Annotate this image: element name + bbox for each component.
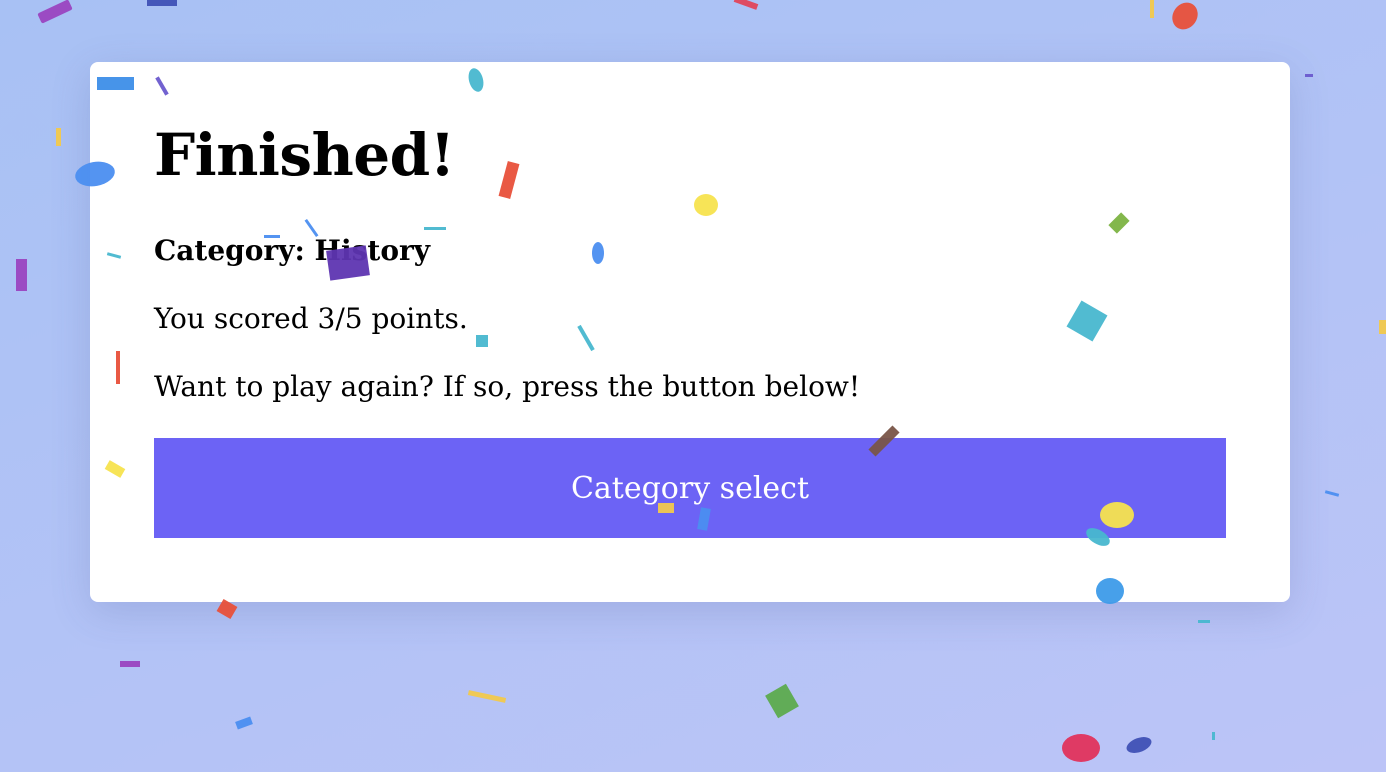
score-text: You scored 3/5 points.	[154, 302, 468, 335]
confetti-piece	[120, 661, 140, 667]
confetti-piece	[1324, 490, 1340, 497]
confetti-piece	[1150, 0, 1154, 18]
confetti-piece	[1167, 0, 1203, 35]
confetti-piece	[235, 716, 253, 730]
confetti-piece	[56, 128, 61, 146]
page-title: Finished!	[154, 121, 455, 189]
category-label: Category: History	[154, 234, 431, 267]
confetti-piece	[1379, 320, 1386, 334]
confetti-piece	[1212, 732, 1215, 740]
confetti-piece	[16, 259, 27, 291]
confetti-piece	[147, 0, 177, 6]
confetti-piece	[37, 0, 73, 24]
confetti-piece	[1305, 74, 1313, 77]
confetti-piece	[1198, 620, 1210, 623]
confetti-piece	[765, 683, 799, 719]
confetti-piece	[1124, 733, 1154, 757]
category-select-button[interactable]: Category select	[154, 438, 1226, 538]
confetti-piece	[1062, 734, 1100, 762]
play-again-prompt: Want to play again? If so, press the but…	[154, 370, 861, 403]
confetti-piece	[467, 690, 507, 703]
result-card: Finished! Category: History You scored 3…	[90, 62, 1290, 602]
confetti-piece	[733, 0, 759, 10]
